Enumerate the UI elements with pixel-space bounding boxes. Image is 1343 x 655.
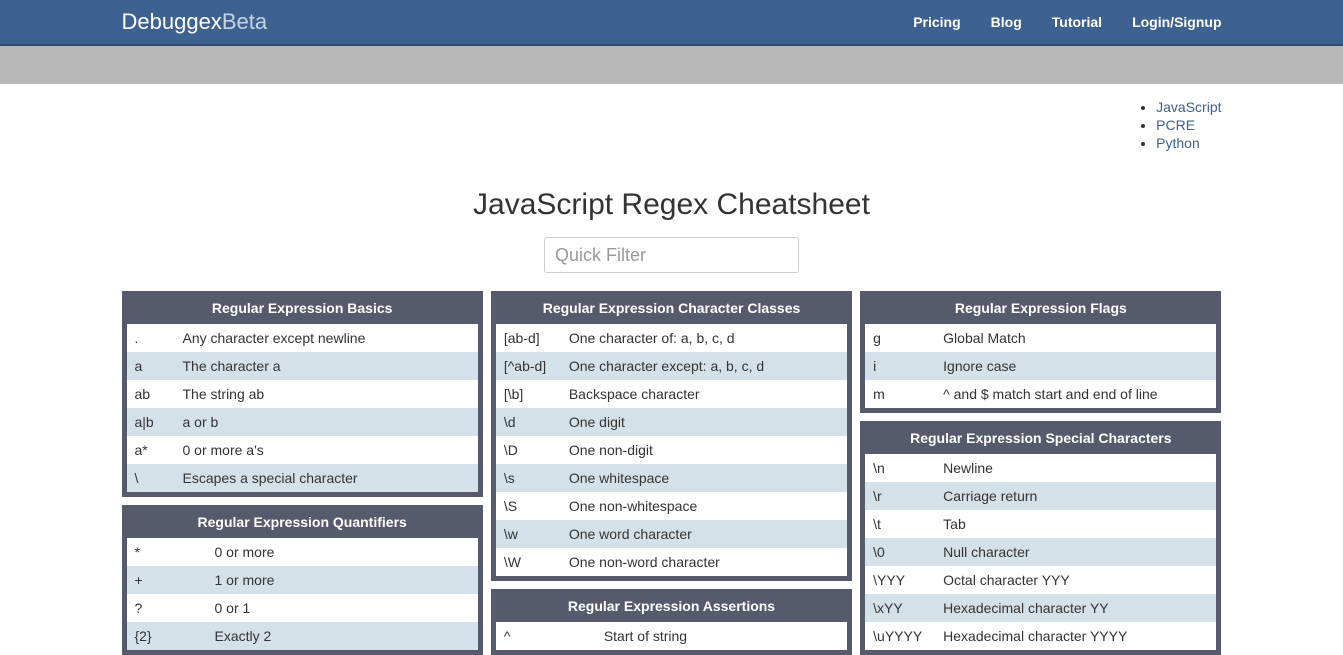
table-row: \sOne whitespace [496,464,847,492]
lang-python[interactable]: Python [1156,135,1200,151]
nav-blog[interactable]: Blog [991,14,1022,30]
table-row: {2}Exactly 2 [127,622,478,650]
page-title: JavaScript Regex Cheatsheet [122,188,1222,222]
brand-logo[interactable]: DebuggexBeta [122,9,268,35]
table-row: \0Null character [865,538,1216,566]
brand-name: Debuggex [122,9,222,34]
card-charclasses-table: [ab-d]One character of: a, b, c, d [^ab-… [496,324,847,576]
table-row: ?0 or 1 [127,594,478,622]
card-flags: Regular Expression Flags gGlobal Match i… [860,291,1221,413]
table-row: \xYYHexadecimal character YY [865,594,1216,622]
table-row: \rCarriage return [865,482,1216,510]
top-nav: DebuggexBeta Pricing Blog Tutorial Login… [0,0,1343,46]
card-quantifiers-table: *0 or more +1 or more ?0 or 1 {2}Exactly… [127,538,478,650]
main-content: JavaScript PCRE Python JavaScript Regex … [122,84,1222,655]
table-row: a*0 or more a's [127,436,478,464]
table-row: \wOne word character [496,520,847,548]
card-quantifiers: Regular Expression Quantifiers *0 or mor… [122,505,483,655]
table-row: \Escapes a special character [127,464,478,492]
nav-tutorial[interactable]: Tutorial [1052,14,1102,30]
card-quantifiers-title: Regular Expression Quantifiers [127,510,478,538]
table-row: \DOne non-digit [496,436,847,464]
table-row: iIgnore case [865,352,1216,380]
table-row: \YYYOctal character YYY [865,566,1216,594]
card-assertions-title: Regular Expression Assertions [496,594,847,622]
table-row: abThe string ab [127,380,478,408]
table-row: \WOne non-word character [496,548,847,576]
lang-javascript[interactable]: JavaScript [1156,99,1221,115]
language-list: JavaScript PCRE Python [1136,99,1221,153]
nav-pricing[interactable]: Pricing [913,14,960,30]
nav-links: Pricing Blog Tutorial Login/Signup [913,14,1221,30]
card-special: Regular Expression Special Characters \n… [860,421,1221,655]
table-row: *0 or more [127,538,478,566]
table-row: [^ab-d]One character except: a, b, c, d [496,352,847,380]
card-assertions-table: ^Start of string [496,622,847,650]
table-row: aThe character a [127,352,478,380]
card-basics-title: Regular Expression Basics [127,296,478,324]
lang-pcre[interactable]: PCRE [1156,117,1195,133]
table-row: \tTab [865,510,1216,538]
table-row: m^ and $ match start and end of line [865,380,1216,408]
table-row: gGlobal Match [865,324,1216,352]
gray-bar [0,46,1343,84]
table-row: [\b]Backspace character [496,380,847,408]
nav-login[interactable]: Login/Signup [1132,14,1221,30]
card-special-title: Regular Expression Special Characters [865,426,1216,454]
brand-suffix: Beta [222,9,267,34]
table-row: +1 or more [127,566,478,594]
cheatsheet-columns: Regular Expression Basics .Any character… [122,291,1222,655]
card-charclasses-title: Regular Expression Character Classes [496,296,847,324]
table-row: a|ba or b [127,408,478,436]
quick-filter-input[interactable] [544,237,799,273]
card-charclasses: Regular Expression Character Classes [ab… [491,291,852,581]
table-row: ^Start of string [496,622,847,650]
card-assertions: Regular Expression Assertions ^Start of … [491,589,852,655]
table-row: .Any character except newline [127,324,478,352]
table-row: \SOne non-whitespace [496,492,847,520]
table-row: \dOne digit [496,408,847,436]
card-flags-table: gGlobal Match iIgnore case m^ and $ matc… [865,324,1216,408]
card-basics-table: .Any character except newline aThe chara… [127,324,478,492]
card-special-table: \nNewline \rCarriage return \tTab \0Null… [865,454,1216,650]
card-basics: Regular Expression Basics .Any character… [122,291,483,497]
table-row: \uYYYYHexadecimal character YYYY [865,622,1216,650]
table-row: \nNewline [865,454,1216,482]
table-row: [ab-d]One character of: a, b, c, d [496,324,847,352]
card-flags-title: Regular Expression Flags [865,296,1216,324]
